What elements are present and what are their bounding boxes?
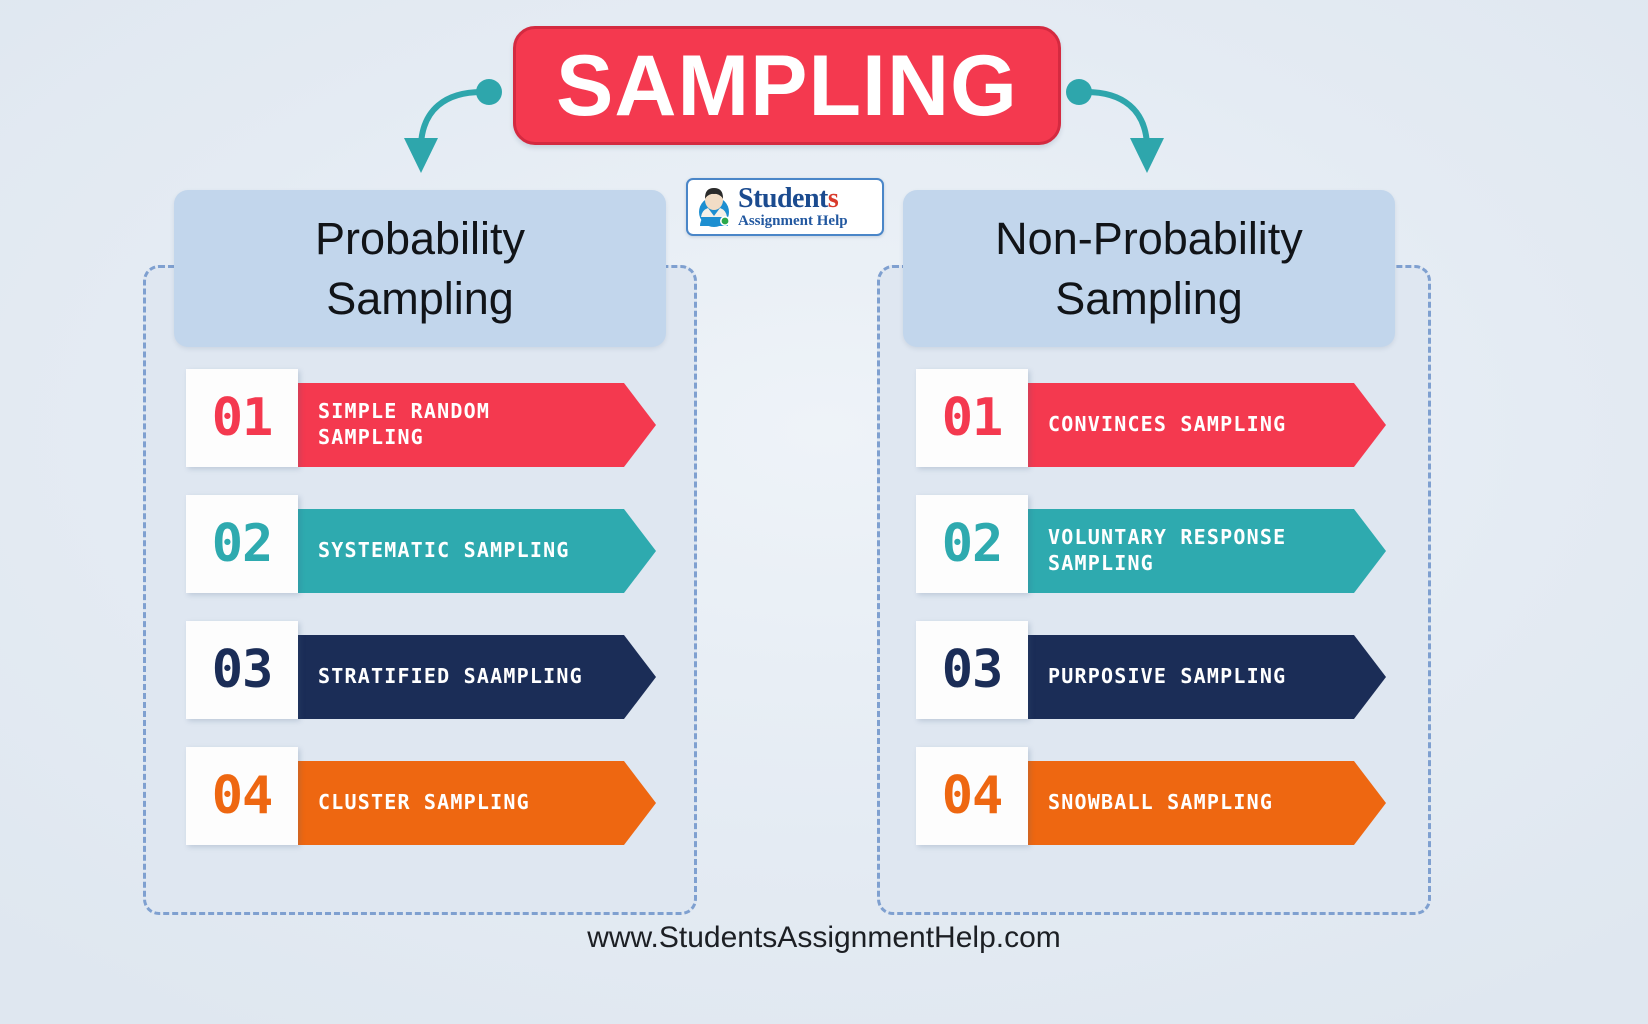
- sampling-row[interactable]: PURPOSIVE SAMPLING 03: [916, 621, 1386, 719]
- curved-arrow-down-right-icon: [1066, 79, 1164, 173]
- row-label: CLUSTER SAMPLING: [318, 790, 530, 815]
- row-arrow-bar[interactable]: PURPOSIVE SAMPLING: [1008, 635, 1386, 719]
- row-arrow-bar[interactable]: CLUSTER SAMPLING: [278, 761, 656, 845]
- logo-wordmark: Students Assignment Help: [738, 185, 848, 229]
- row-label: SIMPLE RANDOM SAMPLING: [318, 399, 491, 449]
- row-arrow-bar[interactable]: SYSTEMATIC SAMPLING: [278, 509, 656, 593]
- row-number-box: 01: [186, 369, 298, 467]
- sampling-row[interactable]: VOLUNTARY RESPONSE SAMPLING 02: [916, 495, 1386, 593]
- panel-header-label: Non-Probability Sampling: [995, 213, 1303, 324]
- panel-header-non-probability: Non-Probability Sampling: [903, 190, 1395, 347]
- student-avatar-icon: [699, 188, 730, 227]
- panel-header-probability: Probability Sampling: [174, 190, 666, 347]
- row-number-box: 01: [916, 369, 1028, 467]
- sampling-row[interactable]: SYSTEMATIC SAMPLING 02: [186, 495, 656, 593]
- row-label: VOLUNTARY RESPONSE SAMPLING: [1048, 525, 1287, 575]
- row-number: 01: [941, 388, 1004, 448]
- sampling-row[interactable]: SNOWBALL SAMPLING 04: [916, 747, 1386, 845]
- row-label: SYSTEMATIC SAMPLING: [318, 538, 570, 563]
- infographic-canvas: SAMPLING Probability Sampling Non-Probab…: [0, 0, 1648, 1024]
- row-arrow-bar[interactable]: SIMPLE RANDOM SAMPLING: [278, 383, 656, 467]
- row-number-box: 04: [916, 747, 1028, 845]
- logo-title-tail: s: [827, 183, 839, 214]
- logo-subtitle: Assignment Help: [738, 213, 848, 229]
- row-label: PURPOSIVE SAMPLING: [1048, 664, 1287, 689]
- row-number: 02: [941, 514, 1004, 574]
- logo-title-main: Student: [738, 183, 828, 214]
- row-number-box: 03: [916, 621, 1028, 719]
- main-title-banner: SAMPLING: [513, 26, 1061, 145]
- row-number-box: 02: [916, 495, 1028, 593]
- row-number-box: 03: [186, 621, 298, 719]
- row-arrow-bar[interactable]: VOLUNTARY RESPONSE SAMPLING: [1008, 509, 1386, 593]
- curved-arrow-down-left-icon: [404, 79, 502, 173]
- sampling-row[interactable]: CLUSTER SAMPLING 04: [186, 747, 656, 845]
- row-label: STRATIFIED SAAMPLING: [318, 664, 583, 689]
- row-number-box: 02: [186, 495, 298, 593]
- row-number: 01: [211, 388, 274, 448]
- page-title: SAMPLING: [556, 37, 1018, 134]
- sampling-row[interactable]: SIMPLE RANDOM SAMPLING 01: [186, 369, 656, 467]
- row-label: CONVINCES SAMPLING: [1048, 412, 1287, 437]
- row-label: SNOWBALL SAMPLING: [1048, 790, 1274, 815]
- brand-logo[interactable]: Students Assignment Help: [686, 178, 884, 236]
- row-arrow-bar[interactable]: STRATIFIED SAAMPLING: [278, 635, 656, 719]
- row-number: 03: [211, 640, 274, 700]
- row-arrow-bar[interactable]: SNOWBALL SAMPLING: [1008, 761, 1386, 845]
- row-number: 02: [211, 514, 274, 574]
- row-arrow-bar[interactable]: CONVINCES SAMPLING: [1008, 383, 1386, 467]
- footer-website-url[interactable]: www.StudentsAssignmentHelp.com: [0, 921, 1648, 955]
- sampling-row[interactable]: STRATIFIED SAAMPLING 03: [186, 621, 656, 719]
- panel-header-label: Probability Sampling: [314, 213, 526, 324]
- sampling-row[interactable]: CONVINCES SAMPLING 01: [916, 369, 1386, 467]
- row-number-box: 04: [186, 747, 298, 845]
- row-number: 04: [941, 766, 1004, 826]
- row-number: 04: [211, 766, 274, 826]
- logo-title: Students: [738, 185, 848, 213]
- row-number: 03: [941, 640, 1004, 700]
